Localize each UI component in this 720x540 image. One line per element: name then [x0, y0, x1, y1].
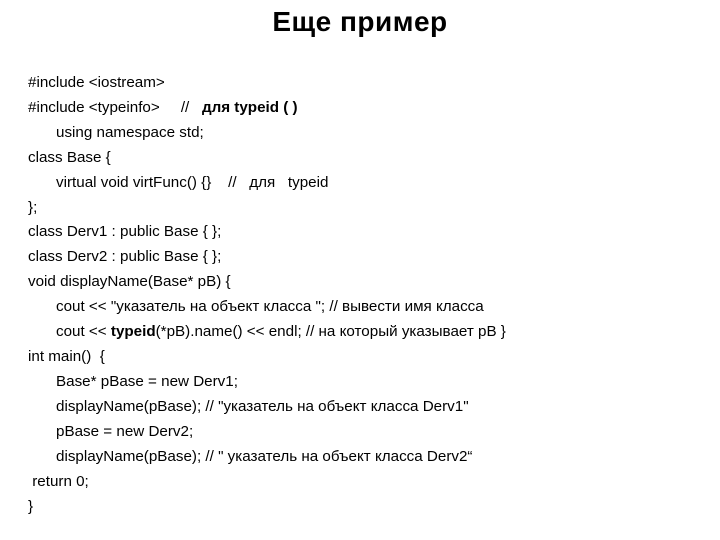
code-bold: для typeid ( ): [202, 99, 298, 116]
code-line: virtual void virtFunc() {} // для typeid: [56, 174, 328, 191]
slide-title: Еще пример: [28, 6, 692, 38]
code-line: class Derv2 : public Base { };: [28, 248, 221, 265]
code-line: displayName(pBase); // "указатель на объ…: [56, 398, 469, 415]
code-line: }: [28, 498, 33, 515]
code-block: #include <iostream> #include <typeinfo> …: [28, 46, 692, 520]
code-line: return 0;: [28, 473, 89, 490]
code-bold: typeid: [111, 323, 156, 340]
code-line: cout <<: [56, 323, 111, 340]
code-line: cout << "указатель на объект класса "; /…: [56, 298, 484, 315]
code-line: class Base {: [28, 149, 111, 166]
code-line: };: [28, 199, 37, 216]
code-line: int main() {: [28, 348, 105, 365]
code-line: pBase = new Derv2;: [56, 423, 193, 440]
code-line: #include <typeinfo> //: [28, 99, 202, 116]
code-line: void displayName(Base* pB) {: [28, 273, 231, 290]
code-line: Base* pBase = new Derv1;: [56, 373, 238, 390]
slide: Еще пример #include <iostream> #include …: [0, 0, 720, 540]
code-line: #include <iostream>: [28, 74, 165, 91]
code-line: using namespace std;: [56, 124, 204, 141]
code-line: class Derv1 : public Base { };: [28, 223, 221, 240]
code-line: displayName(pBase); // " указатель на об…: [56, 448, 473, 465]
code-line: (*pB).name() << endl; // на который указ…: [156, 323, 506, 340]
